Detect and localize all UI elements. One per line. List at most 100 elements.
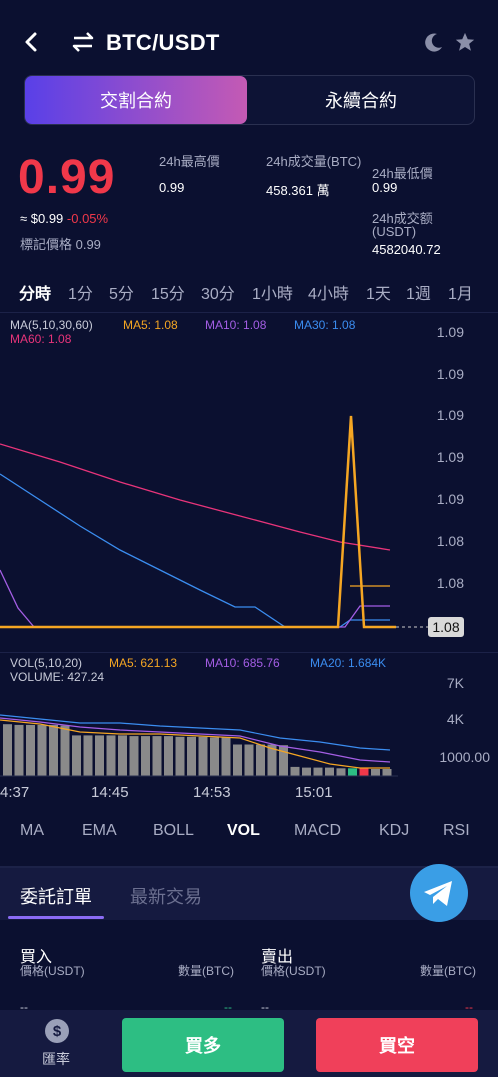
volume-bar xyxy=(256,744,265,776)
volume-bar xyxy=(325,767,334,776)
mark-price: 標記價格 0.99 xyxy=(20,237,101,252)
high-value: 0.99 xyxy=(159,180,185,195)
price-axis-label: 1.09 xyxy=(436,366,464,382)
amount-value: 4582040.72 xyxy=(372,242,441,257)
buy-qty-header: 數量(BTC) xyxy=(178,964,234,978)
delivery-contract-tab[interactable]: 交割合約 xyxy=(25,76,247,124)
volume-bar xyxy=(3,724,12,776)
volume-bar xyxy=(371,769,380,776)
ma30-line xyxy=(0,473,390,628)
indicator-tab[interactable]: RSI xyxy=(443,822,470,840)
price-axis-label: 1.08 xyxy=(436,575,464,591)
time-axis-label: 14:53 xyxy=(193,784,231,801)
telegram-icon xyxy=(424,881,452,906)
period-tab[interactable]: 1分 xyxy=(68,280,93,304)
volume-bar xyxy=(37,724,47,776)
indicator-tab[interactable]: VOL xyxy=(227,822,260,840)
period-tab[interactable]: 15分 xyxy=(151,280,185,304)
indicator-tabs: MA EMA BOLL VOL MACD KDJ RSI xyxy=(0,822,498,844)
volume-chart[interactable] xyxy=(0,690,498,780)
buy-short-button[interactable]: 買空 xyxy=(316,1018,478,1072)
pair-title[interactable]: BTC/USDT xyxy=(106,30,220,56)
volume-value: 458.361 萬 xyxy=(266,183,330,198)
ma5-line xyxy=(0,415,396,629)
volume-bar xyxy=(83,735,93,776)
vol-ma10-legend: MA10: 685.76 xyxy=(205,656,280,670)
volume-bar xyxy=(313,767,323,776)
volume-bar xyxy=(382,769,392,776)
active-tab-indicator xyxy=(8,916,104,919)
price-axis-label: 1.09 xyxy=(436,491,464,507)
indicator-tab[interactable]: BOLL xyxy=(153,822,194,840)
star-icon[interactable] xyxy=(454,31,476,53)
volume-label: 24h成交量(BTC) xyxy=(266,154,362,169)
volume-bar xyxy=(244,744,254,776)
vol-legend-title: VOL(5,10,20) xyxy=(10,656,83,670)
telegram-button[interactable] xyxy=(410,864,468,922)
indicator-tab[interactable]: EMA xyxy=(82,822,117,840)
volume-bar xyxy=(106,735,116,776)
amount-label-unit: (USDT) xyxy=(372,224,417,239)
volume-bar xyxy=(302,767,311,776)
volume-bar xyxy=(141,736,150,776)
volume-bar xyxy=(118,735,127,776)
buy-price-header: 價格(USDT) xyxy=(20,964,85,978)
vol-axis-label: 1000.00 xyxy=(439,749,490,765)
period-tab[interactable]: 1小時 xyxy=(252,280,293,304)
period-tab[interactable]: 1週 xyxy=(406,280,431,304)
price-axis-label: 1.09 xyxy=(436,407,464,423)
price-axis-label: 1.09 xyxy=(436,449,464,465)
tab-latest-trades[interactable]: 最新交易 xyxy=(130,883,202,909)
period-tabs: 分時 1分 5分 15分 30分 1小時 4小時 1天 1週 1月 xyxy=(0,280,498,304)
vol-ma5-legend: MA5: 621.13 xyxy=(109,656,178,670)
sell-price-header: 價格(USDT) xyxy=(261,964,326,978)
vol-axis-label: 4K xyxy=(446,711,464,727)
volume-bar xyxy=(175,736,185,776)
period-tab[interactable]: 5分 xyxy=(109,280,134,304)
header: BTC/USDT xyxy=(0,0,498,70)
volume-bar xyxy=(198,736,208,776)
perpetual-contract-tab[interactable]: 永續合約 xyxy=(247,76,475,124)
volume-bar xyxy=(348,768,357,776)
volume-bar xyxy=(60,725,70,776)
sell-qty-header: 數量(BTC) xyxy=(420,964,476,978)
approx-price: ≈ $0.99 -0.05% xyxy=(20,211,108,226)
price-axis-label: 1.09 xyxy=(436,324,464,340)
period-tab[interactable]: 分時 xyxy=(19,280,51,304)
volume-bar xyxy=(233,744,242,776)
indicator-tab[interactable]: KDJ xyxy=(379,822,409,840)
price-chart[interactable] xyxy=(0,312,498,652)
volume-bar xyxy=(187,736,196,776)
current-price-tag: 1.08 xyxy=(428,617,464,637)
chevron-left-icon[interactable] xyxy=(22,30,42,54)
period-tab[interactable]: 30分 xyxy=(201,280,235,304)
dollar-coin-icon[interactable]: $ xyxy=(45,1019,69,1043)
volume-bar xyxy=(95,735,104,776)
indicator-tab[interactable]: MACD xyxy=(294,822,341,840)
ma10-line xyxy=(0,569,390,628)
high-label: 24h最高價 xyxy=(159,154,220,169)
period-tab[interactable]: 1天 xyxy=(366,280,391,304)
period-tab[interactable]: 1月 xyxy=(448,280,473,304)
ma60-line xyxy=(0,443,391,551)
moon-icon[interactable] xyxy=(424,32,444,52)
swap-icon[interactable] xyxy=(72,32,94,52)
exchange-rate-label[interactable]: 匯率 xyxy=(42,1049,70,1069)
last-price: 0.99 xyxy=(18,151,116,204)
volume-bar xyxy=(210,737,219,776)
time-axis-label: 4:37 xyxy=(0,784,30,801)
volume-bar xyxy=(152,736,162,776)
vol-axis-label: 7K xyxy=(446,675,464,691)
low-value: 0.99 xyxy=(372,180,398,195)
time-axis-label: 15:01 xyxy=(295,784,333,801)
volume-bar xyxy=(279,745,288,776)
change-percent: -0.05% xyxy=(66,211,109,226)
indicator-tab[interactable]: MA xyxy=(20,822,44,840)
buy-long-button[interactable]: 買多 xyxy=(122,1018,284,1072)
volume-bar xyxy=(164,736,173,776)
tab-orders[interactable]: 委託訂單 xyxy=(20,883,92,909)
volume-bar xyxy=(14,724,24,776)
volume-legend: VOLUME: 427.24 xyxy=(10,670,105,684)
period-tab[interactable]: 4小時 xyxy=(308,280,349,304)
volume-bar xyxy=(359,768,369,776)
